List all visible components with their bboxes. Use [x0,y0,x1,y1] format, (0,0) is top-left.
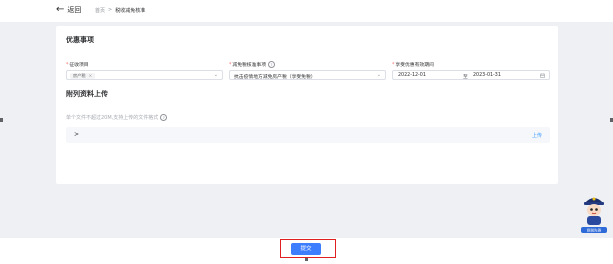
back-button[interactable]: ← 返回 [56,5,81,15]
submit-button[interactable]: 提交 [291,243,321,255]
approval-item-value: 抗击疫情地方减免房产税（享受免税） [234,75,316,80]
question-icon[interactable]: ? [268,61,275,68]
period-start[interactable]: 2022-12-01 [398,73,426,78]
back-arrow-icon: ← [56,4,65,15]
period-separator: 至 [463,75,468,80]
chevron-down-icon: ⌄ [376,72,381,78]
period-label: *享受优惠有效期间 [392,63,434,68]
upload-hint: 单个文件不超过20M,支持上传的文件格式? [66,114,168,121]
form-card [56,26,558,184]
bottom-handle[interactable] [305,258,308,261]
mascot-caption: 税税先锋 [587,228,602,233]
section-title-preferential: 优惠事项 [66,36,94,44]
approval-item-label: *减免税核准事项? [229,61,275,68]
chevron-down-icon: ⌄ [213,72,218,78]
question-icon[interactable]: ? [160,114,168,121]
period-end[interactable]: 2023-01-31 [473,73,501,78]
tag-close-icon[interactable]: × [89,73,93,78]
levy-item-label: *征收项目 [66,63,89,68]
upload-link[interactable]: 上传 [532,132,542,139]
levy-item-select[interactable]: 房产税 × ⌄ [66,70,223,80]
period-range-picker[interactable]: 2022-12-01 至 2023-01-31 [392,70,550,80]
section-title-attachments: 附列资料上传 [66,90,108,98]
levy-item-tag: 房产税 × [70,72,96,79]
breadcrumb-current: 税收减免核准 [115,8,146,14]
top-bar: ← 返回 首页 > 税收减免核准 [0,0,613,22]
approval-item-select[interactable]: 抗击疫情地方减免房产税（享受免税） ⌄ [229,70,386,80]
breadcrumb: 首页 > 税收减免核准 [95,7,145,14]
calendar-icon[interactable] [540,73,545,80]
expand-arrow-icon[interactable]: > [74,131,79,138]
back-label: 返回 [67,6,82,14]
left-collapse-handle[interactable] [0,118,3,122]
attachment-upload-row: > 上传 [66,127,550,143]
breadcrumb-separator: > [108,7,113,13]
mascot-avatar[interactable]: 税税先锋 [579,191,609,235]
breadcrumb-home[interactable]: 首页 [95,7,105,14]
